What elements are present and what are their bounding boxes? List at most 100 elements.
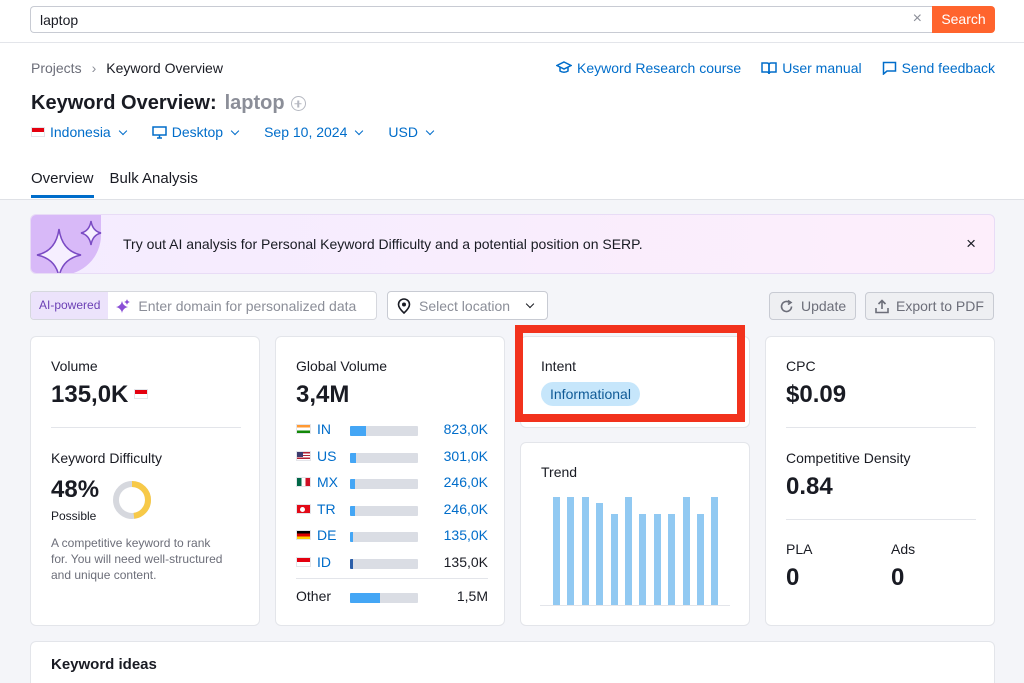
tab-bar: Overview Bulk Analysis bbox=[31, 170, 198, 198]
country-volume: 246,0K bbox=[443, 474, 488, 490]
breadcrumb-current: Keyword Overview bbox=[106, 60, 223, 76]
divider bbox=[786, 519, 976, 520]
banner-ai-analysis: AI analysis bbox=[169, 236, 237, 252]
global-volume-card: Global Volume 3,4M IN 823,0K US 301,0K M… bbox=[275, 336, 505, 626]
domain-input[interactable]: Enter domain for personalized data bbox=[108, 292, 376, 319]
search-input[interactable] bbox=[31, 7, 891, 32]
keyword-ideas-title: Keyword ideas bbox=[51, 656, 157, 673]
date-label: Sep 10, 2024 bbox=[264, 124, 348, 140]
ai-analysis-banner: Try out AI analysis for Personal Keyword… bbox=[30, 214, 995, 274]
share-bar bbox=[350, 532, 418, 542]
volume-label: Volume bbox=[51, 358, 98, 374]
trend-bar bbox=[625, 497, 632, 605]
country-dropdown[interactable]: Indonesia bbox=[31, 124, 127, 140]
keyword-ideas-card: Keyword ideas bbox=[30, 641, 995, 683]
volume-card: Volume 135,0K Keyword Difficulty 48% Pos… bbox=[30, 336, 260, 626]
sparkle-icon bbox=[36, 220, 102, 273]
search-button[interactable]: Search bbox=[932, 6, 995, 33]
trend-bar bbox=[668, 514, 676, 605]
user-manual-link[interactable]: User manual bbox=[761, 60, 862, 76]
divider bbox=[786, 427, 976, 428]
location-pin-icon bbox=[397, 297, 411, 314]
breadcrumb-separator: › bbox=[91, 60, 97, 76]
ai-powered-badge: AI-powered bbox=[31, 292, 109, 319]
send-feedback-link[interactable]: Send feedback bbox=[882, 60, 995, 76]
country-code: TR bbox=[317, 501, 336, 517]
clear-icon[interactable]: × bbox=[913, 11, 922, 27]
share-bar-fill bbox=[350, 593, 380, 603]
trend-bar bbox=[553, 497, 560, 605]
indonesia-flag-icon bbox=[31, 127, 45, 137]
tab-overview[interactable]: Overview bbox=[31, 170, 94, 198]
desktop-icon bbox=[151, 125, 167, 139]
domain-input-placeholder: Enter domain for personalized data bbox=[138, 297, 357, 314]
country-row-mx[interactable]: MX 246,0K bbox=[296, 474, 488, 492]
chevron-down-icon bbox=[355, 126, 364, 135]
share-bar-fill bbox=[350, 532, 353, 542]
tab-bulk-analysis[interactable]: Bulk Analysis bbox=[110, 170, 198, 198]
mexico-flag-icon bbox=[296, 477, 311, 487]
trend-bar bbox=[639, 514, 647, 605]
country-label: Indonesia bbox=[50, 124, 111, 140]
export-pdf-button[interactable]: Export to PDF bbox=[865, 292, 994, 320]
date-dropdown[interactable]: Sep 10, 2024 bbox=[264, 124, 364, 140]
divider bbox=[296, 578, 488, 579]
close-icon[interactable]: × bbox=[966, 234, 976, 254]
share-bar bbox=[350, 453, 418, 463]
country-row-tr[interactable]: TR 246,0K bbox=[296, 501, 488, 519]
currency-dropdown[interactable]: USD bbox=[388, 124, 435, 140]
country-volume: 823,0K bbox=[443, 421, 488, 437]
chevron-down-icon bbox=[230, 126, 240, 135]
cpc-value: $0.09 bbox=[786, 381, 847, 408]
divider bbox=[51, 427, 241, 428]
country-row-de[interactable]: DE 135,0K bbox=[296, 527, 488, 545]
global-volume-label: Global Volume bbox=[296, 358, 388, 374]
banner-text-post: for Personal Keyword Difficulty and a po… bbox=[236, 236, 643, 252]
difficulty-desc-line-2: for. You will need well-structured bbox=[51, 552, 223, 566]
location-select[interactable]: Select location bbox=[387, 291, 548, 320]
device-dropdown[interactable]: Desktop bbox=[151, 124, 240, 140]
header-links: Keyword Research course User manual Send… bbox=[556, 60, 995, 76]
banner-text-pre: Try out bbox=[123, 236, 170, 252]
breadcrumb-projects[interactable]: Projects bbox=[31, 60, 82, 76]
send-feedback-label: Send feedback bbox=[901, 60, 995, 76]
ads-value: 0 bbox=[891, 564, 905, 591]
country-code: ID bbox=[317, 554, 331, 570]
export-label: Export to PDF bbox=[896, 298, 984, 314]
difficulty-desc-line-3: and unique content. bbox=[51, 568, 157, 582]
graduation-cap-icon bbox=[556, 61, 573, 73]
page-title: Keyword Overview: laptop bbox=[31, 92, 306, 115]
competitive-density-value: 0.84 bbox=[786, 473, 833, 500]
country-volume: 1,5M bbox=[456, 588, 488, 604]
refresh-icon bbox=[780, 299, 793, 312]
country-volume: 135,0K bbox=[443, 554, 488, 570]
country-code: US bbox=[317, 448, 337, 464]
trend-bar bbox=[596, 503, 604, 605]
share-bar bbox=[350, 479, 418, 489]
country-code: IN bbox=[317, 421, 331, 437]
keyword-difficulty-rating: Possible bbox=[51, 509, 97, 523]
keyword-difficulty-value: 48% bbox=[51, 476, 100, 503]
turkey-flag-icon bbox=[296, 504, 311, 514]
trend-bar bbox=[581, 497, 589, 605]
india-flag-icon bbox=[296, 424, 311, 434]
update-button[interactable]: Update bbox=[769, 292, 857, 320]
germany-flag-icon bbox=[296, 530, 311, 540]
add-keyword-icon[interactable] bbox=[290, 96, 306, 111]
trend-bar bbox=[711, 497, 719, 605]
global-volume-value: 3,4M bbox=[296, 381, 350, 408]
volume-value: 135,0K bbox=[51, 381, 129, 408]
cpc-label: CPC bbox=[786, 358, 816, 374]
competitive-density-label: Competitive Density bbox=[786, 450, 911, 466]
country-row-id: ID 135,0K bbox=[296, 554, 488, 572]
share-bar-fill bbox=[350, 453, 357, 463]
share-bar-fill bbox=[350, 426, 367, 436]
keyword-research-course-label: Keyword Research course bbox=[577, 60, 742, 76]
country-row-in[interactable]: IN 823,0K bbox=[296, 421, 488, 439]
location-placeholder: Select location bbox=[419, 297, 511, 314]
ads-label: Ads bbox=[891, 541, 916, 557]
pla-label: PLA bbox=[786, 541, 813, 557]
country-row-us[interactable]: US 301,0K bbox=[296, 448, 488, 466]
keyword-difficulty-label: Keyword Difficulty bbox=[51, 450, 163, 466]
keyword-research-course-link[interactable]: Keyword Research course bbox=[556, 60, 741, 76]
